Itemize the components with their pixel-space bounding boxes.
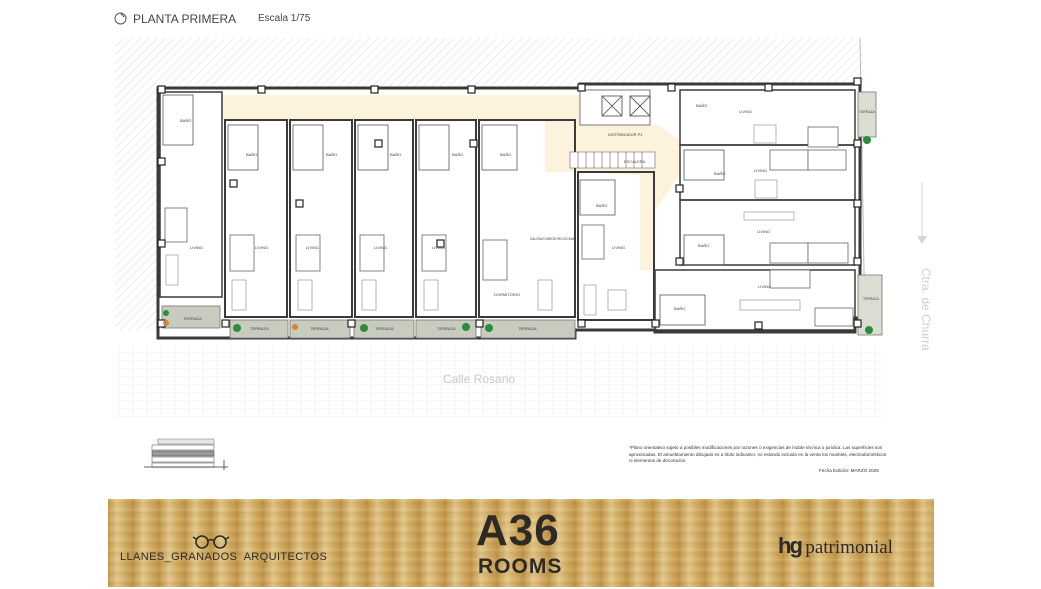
label-salon: SALÓN/COMEDOR/COCINA [530, 236, 575, 241]
street-label-bottom: Calle Rosario [443, 372, 515, 386]
label-living: LIVING [612, 245, 625, 250]
label-living: LIVING [432, 245, 445, 250]
brand-logo: hg patrimonial [778, 533, 893, 559]
label-terraza: TERRAZA [183, 316, 202, 321]
label-bano: BAÑO [500, 152, 511, 157]
brand-name: patrimonial [805, 537, 893, 558]
label-bano: BAÑO [596, 203, 607, 208]
label-bano: BAÑO [714, 171, 725, 176]
label-living: LIVING [306, 245, 319, 250]
direction-arrow-icon [917, 236, 927, 244]
label-bano: BAÑO [246, 152, 257, 157]
label-bano: BAÑO [696, 103, 707, 108]
project-logo-a36: A36 [476, 506, 560, 555]
label-dormitorio: DORMITORIO [494, 292, 520, 297]
label-terraza: TERRAZA [250, 326, 269, 331]
disclaimer-line: ni elementos de decoración. [629, 458, 687, 464]
label-escalera: ESCALERA [624, 159, 646, 164]
label-living: LIVING [255, 245, 268, 250]
label-terraza: TERRAZA [375, 326, 394, 331]
disclaimer-line: *Plano orientativo sujeto a posibles mod… [629, 445, 883, 450]
label-terraza: TERRAZA [437, 326, 456, 331]
label-bano: BAÑO [390, 152, 401, 157]
label-terraza: TERRAZA [518, 326, 537, 331]
section-key-drawing [144, 438, 228, 470]
label-terraza: TERRAZA [863, 297, 880, 301]
label-living: LIVING [754, 168, 767, 173]
label-living: LIVING [758, 284, 771, 289]
floor-plan: Calle Rosario Ctra. de Churra BAÑO BAÑO … [115, 37, 933, 417]
project-banner: LLANES_GRANADOS ARQUITECTOS A36 ROOMS hg… [108, 499, 934, 587]
label-distribuidor: DISTRIBUIDOR P1 [608, 132, 643, 137]
label-bano: BAÑO [180, 118, 191, 123]
street-label-right: Ctra. de Churra [919, 268, 933, 351]
brand-mark: hg [778, 533, 803, 558]
edition-date: Fecha Edición: MARZO 2026 [819, 468, 879, 473]
architect-name: LLANES_GRANADOS ARQUITECTOS [120, 551, 328, 563]
label-bano: BAÑO [674, 306, 685, 311]
disclaimer: *Plano orientativo sujeto a posibles mod… [629, 445, 889, 465]
label-bano: BAÑO [452, 152, 463, 157]
label-living: LIVING [374, 245, 387, 250]
label-living: LIVING [757, 229, 770, 234]
label-bano: BAÑO [326, 152, 337, 157]
disclaimer-line: aproximadas. El amueblamiento dibujado e… [629, 451, 887, 457]
glasses-icon [192, 535, 230, 549]
svg-text:Ctra. de Churra: Ctra. de Churra [919, 268, 933, 351]
label-living: LIVING [190, 245, 203, 250]
project-logo-rooms: ROOMS [478, 555, 563, 578]
label-living: LIVING [739, 109, 752, 114]
label-terraza: TERRAZA [310, 326, 329, 331]
label-bano: BAÑO [698, 243, 709, 248]
label-terraza: TERRAZA [859, 110, 876, 114]
